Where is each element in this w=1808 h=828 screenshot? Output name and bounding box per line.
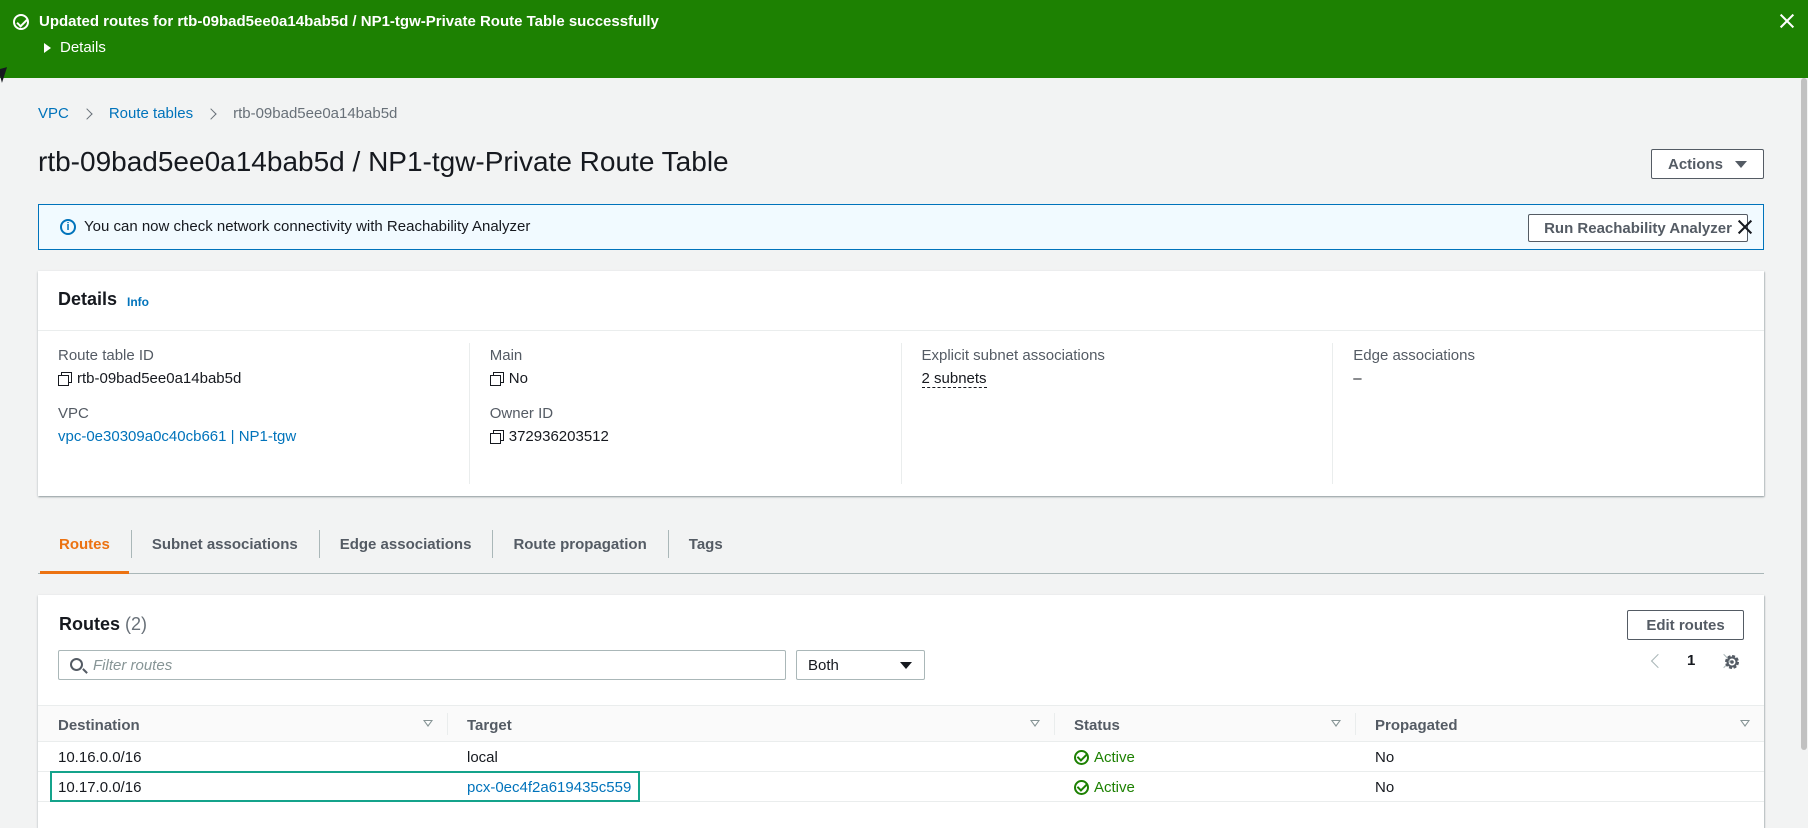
cell-propagated: No	[1375, 749, 1395, 766]
tab-route-propagation[interactable]: Route propagation	[492, 524, 667, 573]
status-text: Active	[1094, 779, 1135, 796]
copy-icon[interactable]	[489, 372, 504, 386]
info-alert-text: You can now check network connectivity w…	[84, 218, 531, 235]
cell-propagated: No	[1375, 779, 1395, 796]
explicit-subnet-label: Explicit subnet associations	[921, 347, 1105, 364]
breadcrumb-current: rtb-09bad5ee0a14bab5d	[233, 105, 398, 122]
search-icon	[70, 658, 83, 671]
routes-count: (2)	[125, 614, 148, 634]
reachability-info-alert: i You can now check network connectivity…	[38, 204, 1764, 250]
cell-destination: 10.17.0.0/16	[58, 779, 142, 796]
column-header-propagated[interactable]: Propagated	[1355, 706, 1764, 742]
page-scrollbar[interactable]	[1800, 78, 1808, 750]
route-table-id-label: Route table ID	[58, 347, 154, 364]
page-title: rtb-09bad5ee0a14bab5d / NP1-tgw-Private …	[38, 146, 729, 177]
caret-right-icon	[44, 42, 51, 53]
column-header-destination[interactable]: Destination	[38, 706, 447, 742]
breadcrumb-route-tables[interactable]: Route tables	[109, 105, 193, 122]
cell-destination: 10.16.0.0/16	[58, 749, 142, 766]
route-filter-select-value: Both	[808, 657, 839, 674]
actions-label: Actions	[1667, 155, 1723, 173]
tab-tags[interactable]: Tags	[667, 524, 744, 573]
chevron-right-icon	[81, 107, 93, 120]
chevron-left-icon[interactable]	[1650, 653, 1666, 668]
edit-routes-button[interactable]: Edit routes	[1627, 610, 1744, 640]
success-flash-banner: Updated routes for rtb-09bad5ee0a14bab5d…	[0, 0, 1808, 78]
owner-id-value: 372936203512	[508, 428, 609, 445]
details-column-3: Explicit subnet associations 2 subnets	[900, 343, 1333, 484]
sort-icon[interactable]	[1740, 720, 1750, 727]
route-filter-select[interactable]: Both	[796, 650, 925, 680]
page-number[interactable]: 1	[1687, 652, 1695, 669]
status-ok-icon	[1074, 750, 1089, 765]
vpc-label: VPC	[58, 405, 89, 422]
vpc-link[interactable]: vpc-0e30309a0c40cb661 | NP1-tgw	[58, 428, 296, 445]
close-icon[interactable]	[1778, 12, 1796, 30]
tab-routes[interactable]: Routes	[38, 524, 131, 574]
details-header: Details Info	[38, 271, 1764, 331]
edge-associations-label: Edge associations	[1353, 347, 1475, 364]
routes-table: Destination Target Status Propagated 10.…	[38, 705, 1764, 802]
table-row: 10.16.0.0/16 local Active No	[38, 742, 1764, 772]
owner-id-label: Owner ID	[489, 405, 554, 422]
tab-subnet-associations[interactable]: Subnet associations	[130, 524, 319, 573]
details-column-2: Main No Owner ID 372936203512	[468, 343, 901, 484]
info-icon: i	[60, 219, 76, 235]
copy-icon[interactable]	[489, 430, 504, 444]
caret-down-icon	[1735, 160, 1747, 168]
flash-details-toggle[interactable]: Details	[44, 39, 106, 56]
breadcrumb: VPC Route tables rtb-09bad5ee0a14bab5d	[38, 105, 397, 122]
gear-icon[interactable]	[1723, 653, 1741, 671]
peering-connection-link[interactable]: pcx-0ec4f2a619435c559	[467, 779, 631, 802]
filter-routes-input[interactable]	[93, 655, 773, 675]
details-column-1: Route table ID rtb-09bad5ee0a14bab5d VPC…	[38, 343, 469, 484]
tab-edge-associations[interactable]: Edge associations	[318, 524, 493, 573]
info-link[interactable]: Info	[127, 295, 149, 309]
routes-panel: Routes (2) Edit routes Both 1 Destinatio…	[38, 595, 1764, 828]
cell-status: Active	[1054, 772, 1355, 802]
main-label: Main	[489, 347, 523, 364]
routes-title-text: Routes	[59, 614, 121, 634]
edge-associations-value: –	[1353, 370, 1362, 387]
close-icon[interactable]	[1735, 217, 1755, 237]
details-column-4: Edge associations –	[1332, 343, 1764, 484]
main-value: No	[508, 370, 528, 387]
status-text: Active	[1094, 749, 1135, 766]
status-ok-icon	[1074, 780, 1089, 795]
details-title: Details	[58, 289, 118, 309]
table-row: 10.17.0.0/16 pcx-0ec4f2a619435c559 Activ…	[38, 771, 1764, 802]
table-header: Destination Target Status Propagated	[38, 705, 1764, 742]
cell-target: local	[467, 749, 498, 766]
scrollbar-thumb[interactable]	[1801, 78, 1807, 750]
actions-button[interactable]: Actions	[1651, 149, 1764, 179]
details-columns: Route table ID rtb-09bad5ee0a14bab5d VPC…	[38, 331, 1764, 496]
pagination: 1	[1650, 652, 1732, 669]
flash-message: Updated routes for rtb-09bad5ee0a14bab5d…	[39, 13, 659, 30]
tab-bar: Routes Subnet associations Edge associat…	[38, 524, 1764, 574]
sort-icon[interactable]	[1030, 720, 1040, 727]
details-panel: Details Info Route table ID rtb-09bad5ee…	[38, 271, 1764, 496]
filter-routes-search	[58, 650, 786, 680]
run-reachability-analyzer-button[interactable]: Run Reachability Analyzer	[1528, 214, 1748, 242]
copy-icon[interactable]	[58, 372, 72, 386]
cell-target: pcx-0ec4f2a619435c559	[447, 772, 1054, 802]
cell-status: Active	[1054, 742, 1355, 772]
success-check-icon	[13, 14, 29, 30]
column-header-status[interactable]: Status	[1054, 706, 1355, 742]
sort-icon[interactable]	[1331, 720, 1341, 727]
sort-icon[interactable]	[423, 720, 433, 727]
explicit-subnet-popover[interactable]: 2 subnets	[921, 370, 987, 388]
breadcrumb-vpc[interactable]: VPC	[38, 105, 69, 122]
column-header-target[interactable]: Target	[447, 706, 1054, 742]
caret-down-icon	[900, 662, 912, 669]
flash-details-label: Details	[60, 39, 106, 56]
route-table-id-value: rtb-09bad5ee0a14bab5d	[77, 370, 242, 387]
chevron-right-icon	[205, 107, 217, 120]
routes-title: Routes (2)	[59, 614, 147, 635]
